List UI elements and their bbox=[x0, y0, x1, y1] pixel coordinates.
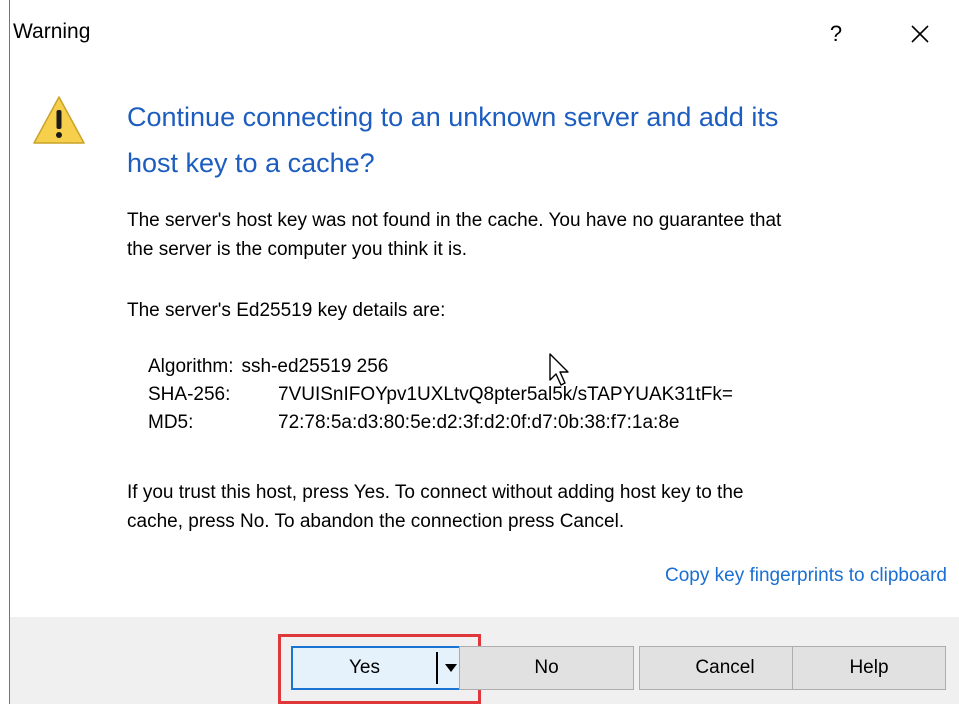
yes-split-button[interactable]: Yes bbox=[291, 646, 466, 690]
headline-line: host key to a cache? bbox=[127, 148, 375, 178]
no-button[interactable]: No bbox=[459, 646, 634, 690]
paragraph-line: The server's host key was not found in t… bbox=[127, 210, 782, 231]
dialog-headline: Continue connecting to an unknown server… bbox=[127, 94, 927, 186]
paragraph-line: If you trust this host, press Yes. To co… bbox=[127, 482, 744, 503]
dropdown-arrow-icon bbox=[445, 664, 457, 672]
mouse-cursor-icon bbox=[549, 353, 569, 386]
window-title: Warning bbox=[13, 20, 91, 43]
button-bar: Yes No Cancel Help bbox=[10, 617, 959, 704]
window-left-border bbox=[9, 0, 10, 704]
detail-value: ssh-ed25519 256 bbox=[241, 356, 389, 377]
copy-fingerprints-link[interactable]: Copy key fingerprints to clipboard bbox=[665, 565, 947, 587]
headline-line: Continue connecting to an unknown server… bbox=[127, 102, 779, 132]
title-help-button[interactable]: ? bbox=[816, 14, 856, 54]
detail-row-md5: MD5: 72:78:5a:d3:80:5e:d2:3f:d2:0f:d7:0b… bbox=[148, 409, 733, 437]
detail-value: 7VUISnIFOYpv1UXLtvQ8pter5al5k/sTAPYUAK31… bbox=[278, 384, 733, 405]
detail-value: 72:78:5a:d3:80:5e:d2:3f:d2:0f:d7:0b:38:f… bbox=[278, 412, 680, 433]
close-button[interactable] bbox=[898, 14, 942, 54]
warning-icon bbox=[33, 96, 85, 144]
title-bar: Warning ? bbox=[10, 0, 959, 64]
close-icon bbox=[911, 25, 929, 43]
key-details-heading: The server's Ed25519 key details are: bbox=[127, 300, 446, 321]
highlight-box: Yes bbox=[278, 634, 481, 704]
paragraph-line: cache, press No. To abandon the connecti… bbox=[127, 511, 625, 532]
instructions-paragraph: If you trust this host, press Yes. To co… bbox=[127, 478, 947, 536]
detail-label: MD5: bbox=[148, 412, 194, 433]
detail-row-algorithm: Algorithm: ssh-ed25519 256 bbox=[148, 353, 733, 381]
intro-paragraph: The server's host key was not found in t… bbox=[127, 206, 947, 264]
paragraph-line: the server is the computer you think it … bbox=[127, 239, 468, 260]
key-details-list: Algorithm: ssh-ed25519 256 SHA-256: 7VUI… bbox=[148, 353, 733, 437]
yes-button-label: Yes bbox=[349, 657, 380, 678]
help-button[interactable]: Help bbox=[792, 646, 946, 690]
detail-label: SHA-256: bbox=[148, 384, 231, 405]
detail-label: Algorithm: bbox=[148, 356, 234, 377]
detail-row-sha256: SHA-256: 7VUISnIFOYpv1UXLtvQ8pter5al5k/s… bbox=[148, 381, 733, 409]
cancel-button[interactable]: Cancel bbox=[639, 646, 811, 690]
